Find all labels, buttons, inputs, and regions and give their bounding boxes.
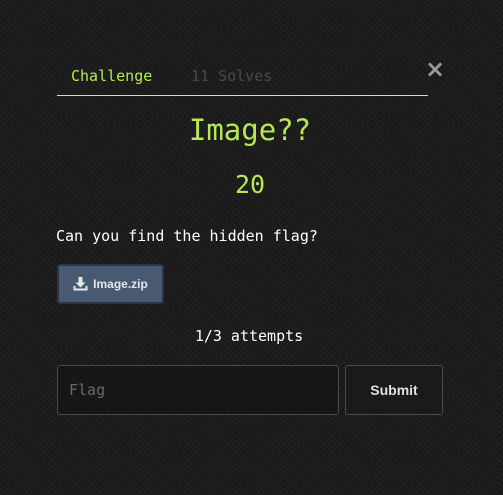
flag-input[interactable]: [57, 365, 339, 415]
download-icon: [73, 277, 88, 291]
file-download-button[interactable]: Image.zip: [57, 264, 164, 304]
challenge-title: Image??: [188, 113, 312, 147]
challenge-tabs: Challenge 11 Solves: [57, 62, 428, 96]
file-name: Image.zip: [93, 277, 148, 291]
tab-challenge[interactable]: Challenge: [71, 68, 152, 84]
tab-solves[interactable]: 11 Solves: [191, 68, 272, 84]
attempts-counter: 1/3 attempts: [194, 327, 304, 345]
close-icon[interactable]: ×: [424, 56, 446, 82]
submit-button[interactable]: Submit: [345, 365, 443, 415]
challenge-description: Can you find the hidden flag?: [56, 227, 318, 245]
challenge-modal: Challenge 11 Solves × Image?? 20 Can you…: [0, 0, 503, 495]
challenge-value: 20: [234, 170, 266, 199]
